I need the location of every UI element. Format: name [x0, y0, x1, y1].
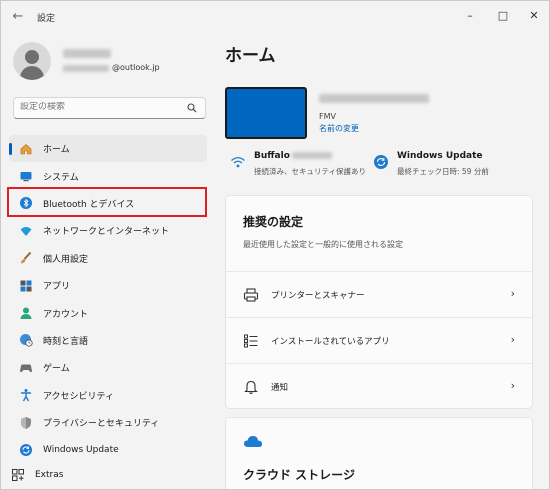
sidebar-item-time-language[interactable]: 時刻と言語	[9, 327, 207, 354]
avatar-body	[20, 66, 44, 80]
device-image	[225, 87, 307, 139]
sidebar-item-label: アカウント	[43, 309, 89, 320]
update-icon	[20, 443, 32, 456]
sidebar-item-accessibility[interactable]: アクセシビリティ	[9, 382, 207, 409]
minimize-button[interactable]: –	[455, 5, 485, 27]
home-icon	[20, 143, 32, 154]
profile-name-redacted	[63, 49, 111, 58]
reco-row-label: プリンターとスキャナー	[271, 291, 365, 301]
update-title: Windows Update	[397, 151, 483, 161]
search-input[interactable]	[20, 102, 180, 112]
highlight-annotation	[7, 187, 207, 217]
sidebar-item-windows-update[interactable]: Windows Update	[9, 436, 207, 463]
cloud-storage-title: クラウド ストレージ	[243, 468, 355, 482]
maximize-button[interactable]: □	[488, 5, 518, 27]
chevron-right-icon: ›	[510, 287, 515, 300]
reco-row-label: インストールされているアプリ	[271, 337, 390, 347]
sidebar-item-personalization[interactable]: 個人用設定	[9, 245, 207, 272]
wifi-ssid-redacted	[291, 152, 332, 159]
recommended-subtitle: 最近使用した設定と一般的に使用される設定	[243, 240, 403, 249]
wifi-title: Buffalo	[254, 151, 332, 161]
sidebar-item-gaming[interactable]: ゲーム	[9, 354, 207, 381]
sidebar-item-label: Extras	[35, 470, 64, 480]
sidebar-item-label: アクセシビリティ	[43, 391, 115, 402]
sidebar-item-system[interactable]: システム	[9, 162, 207, 189]
sidebar-item-accounts[interactable]: アカウント	[9, 299, 207, 326]
update-icon	[374, 155, 388, 169]
shield-icon	[21, 416, 31, 429]
apps-icon	[20, 280, 32, 292]
account-icon	[20, 307, 32, 320]
avatar[interactable]	[13, 42, 51, 80]
sidebar-item-label: ネットワークとインターネット	[43, 227, 170, 238]
sidebar-item-label: ゲーム	[43, 364, 70, 375]
reco-row-label: 通知	[271, 383, 289, 393]
wifi-icon	[20, 226, 32, 236]
sidebar-item-label: システム	[43, 172, 79, 183]
sidebar-item-label: アプリ	[43, 282, 71, 293]
reco-row-printers[interactable]: プリンターとスキャナー ›	[226, 271, 532, 317]
sidebar-item-label: 時刻と言語	[43, 336, 89, 347]
app-title: 設定	[37, 14, 56, 24]
sidebar-item-home[interactable]: ホーム	[9, 135, 207, 163]
wifi-state: 接続済み、セキュリティ保護あり	[254, 167, 367, 176]
app-list-icon	[244, 334, 258, 348]
close-button[interactable]: ✕	[519, 5, 549, 27]
sidebar-nav: ホーム システム Bluetooth とデバイス ネットワークとインターネット …	[9, 135, 207, 464]
bell-icon	[244, 380, 258, 394]
brush-icon	[21, 252, 32, 264]
avatar-head	[25, 50, 39, 64]
cloud-storage-card[interactable]: クラウド ストレージ	[225, 417, 533, 489]
title-bar: ← 設定 – □ ✕	[1, 1, 549, 33]
accessibility-icon	[21, 389, 31, 402]
sidebar-item-apps[interactable]: アプリ	[9, 272, 207, 299]
device-model: FMV	[319, 112, 336, 121]
wifi-status[interactable]: Buffalo 接続済み、セキュリティ保護あり	[230, 151, 370, 181]
reco-row-notifications[interactable]: 通知 ›	[226, 363, 532, 409]
recommended-settings-card: 推奨の設定 最近使用した設定と一般的に使用される設定 プリンターとスキャナー ›…	[225, 195, 533, 409]
reco-row-installed-apps[interactable]: インストールされているアプリ ›	[226, 317, 532, 363]
printer-icon	[243, 288, 259, 302]
sidebar-item-label: プライバシーとセキュリティ	[43, 419, 160, 430]
sidebar-item-extras[interactable]: Extras	[1, 463, 201, 487]
onedrive-cloud-icon	[244, 436, 262, 447]
sidebar-item-label: 個人用設定	[43, 254, 89, 265]
globe-clock-icon	[20, 334, 33, 348]
sidebar-item-label: Windows Update	[43, 444, 119, 455]
rename-link[interactable]: 名前の変更	[319, 123, 359, 134]
sidebar-item-network[interactable]: ネットワークとインターネット	[9, 217, 207, 244]
update-last-checked: 最終チェック日時: 59 分前	[397, 167, 489, 176]
device-name-redacted	[319, 94, 429, 103]
chevron-right-icon: ›	[510, 333, 515, 346]
wifi-name: Buffalo	[254, 151, 290, 161]
system-icon	[20, 172, 32, 182]
sidebar-item-label: ホーム	[43, 145, 70, 156]
back-button[interactable]: ←	[9, 9, 27, 25]
profile-email-domain: @outlook.jp	[112, 63, 160, 72]
page-title: ホーム	[225, 46, 276, 66]
sidebar-item-privacy-security[interactable]: プライバシーとセキュリティ	[9, 409, 207, 436]
profile-email-redacted	[63, 65, 109, 72]
update-status[interactable]: Windows Update 最終チェック日時: 59 分前	[373, 151, 543, 181]
search-icon[interactable]	[187, 103, 197, 113]
extras-icon	[12, 469, 24, 481]
settings-window: ← 設定 – □ ✕ @outlook.jp ホーム システム Bluetoot…	[0, 0, 550, 490]
chevron-right-icon: ›	[510, 379, 515, 392]
search-box[interactable]	[13, 97, 206, 119]
recommended-title: 推奨の設定	[243, 215, 304, 229]
gamepad-icon	[20, 364, 32, 372]
wifi-icon	[231, 157, 245, 168]
